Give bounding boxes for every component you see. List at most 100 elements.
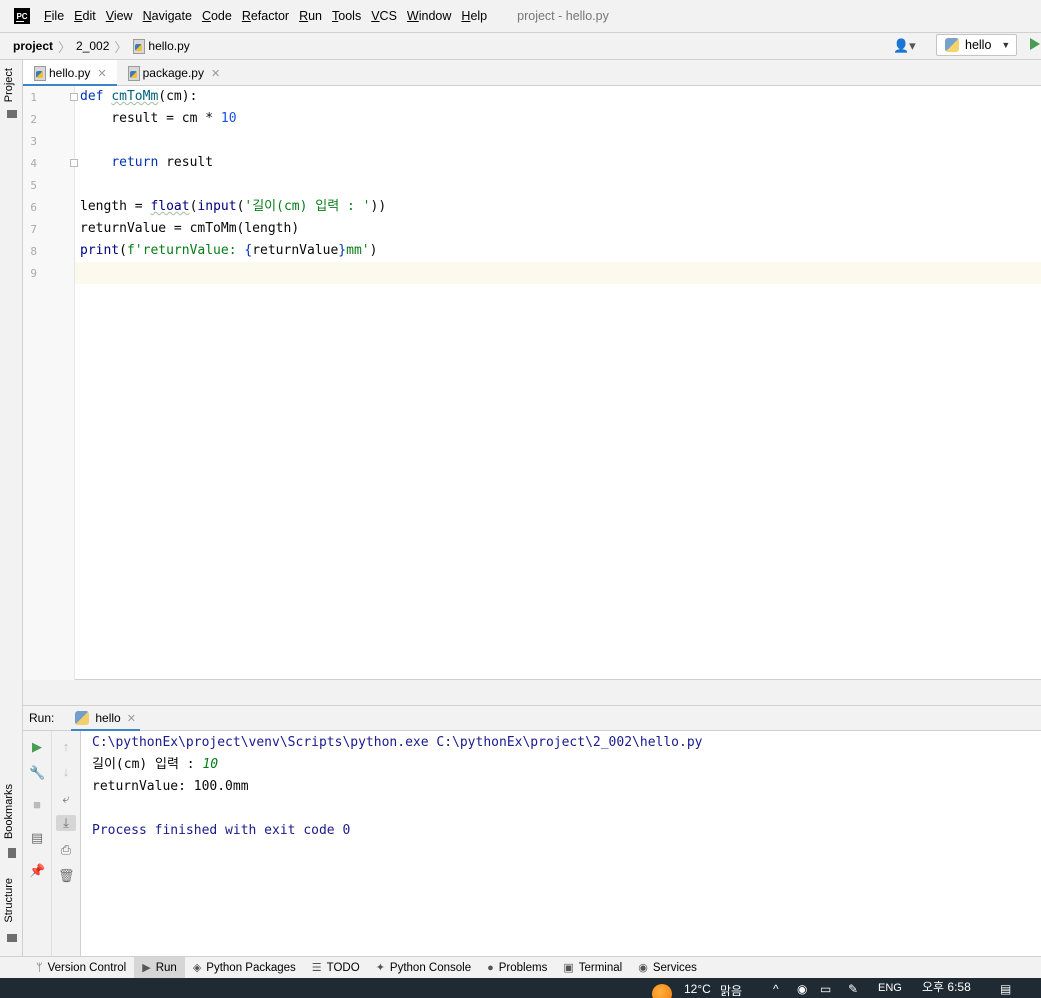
structure-icon (7, 934, 17, 942)
menu-vcs[interactable]: VCS (371, 9, 397, 23)
python-packages-tool[interactable]: ◈ Python Packages (185, 957, 304, 979)
pycharm-logo: PC (14, 8, 30, 24)
scroll-to-end-icon[interactable]: ⤓ (56, 815, 76, 831)
terminal-icon: ▣ (563, 962, 574, 974)
soft-wrap-icon[interactable]: ⤶ (58, 791, 74, 807)
python-console-tool[interactable]: ✦ Python Console (368, 957, 479, 979)
input-language[interactable]: ENG (878, 982, 902, 994)
bookmarks-tool-tab[interactable]: Bookmarks (3, 784, 15, 839)
menu-edit[interactable]: Edit (74, 9, 96, 23)
console-input-line: 길이(cm) 입력 : 10 (92, 757, 219, 772)
console-exit-line: Process finished with exit code 0 (92, 823, 351, 838)
line-number: 7 (30, 223, 37, 236)
weather-temperature[interactable]: 12°C (684, 982, 711, 996)
code-line-4: return result (111, 155, 214, 170)
line-number: 6 (30, 201, 37, 214)
line-number: 8 (30, 245, 37, 258)
services-tool[interactable]: ◉ Services (630, 957, 705, 979)
chevron-up-icon[interactable]: ^ (773, 982, 779, 996)
menu-file[interactable]: File (44, 9, 64, 23)
run-toolbar-secondary: ↑ ↓ ⤶ ⤓ ⎙ 🗑 (52, 731, 81, 956)
code-line-6: length = float(input('길이(cm) 입력 : ')) (80, 199, 387, 214)
todo-icon: ☰ (311, 962, 322, 974)
python-console-icon: ✦ (375, 962, 385, 974)
breadcrumb-folder[interactable]: 2_002 (76, 39, 109, 53)
python-icon (75, 711, 90, 725)
windows-taskbar: 12°C 맑음 ^ ◉ ▭ ✎ ENG 오후 6:58 ▤ (0, 978, 1041, 998)
code-editor[interactable]: 1 2 3 4 5 6 7 8 9 def cmToMm(cm): result… (23, 86, 1041, 680)
editor-tabs: hello.py ✕ package.py ✕ (23, 60, 1041, 87)
current-line-highlight (23, 262, 1041, 284)
console-output-line: returnValue: 100.0mm (92, 779, 249, 794)
tab-label: hello.py (49, 66, 91, 80)
arrow-down-icon[interactable]: ↓ (58, 764, 74, 780)
menu-tools[interactable]: Tools (332, 9, 361, 23)
line-number: 9 (30, 267, 37, 280)
breadcrumb-file[interactable]: hello.py (132, 39, 190, 54)
wrench-icon[interactable]: 🔧 (29, 765, 45, 781)
close-icon[interactable]: ✕ (211, 67, 220, 80)
menu-refactor[interactable]: Refactor (242, 9, 289, 23)
pycharm-window: PC File Edit View Navigate Code Refactor… (0, 0, 1041, 998)
clock-time[interactable]: 오후 6:58 (922, 978, 971, 995)
menu-bar: PC File Edit View Navigate Code Refactor… (0, 0, 1041, 32)
folder-icon (7, 110, 17, 118)
menu-navigate[interactable]: Navigate (143, 9, 192, 23)
sun-icon (652, 984, 672, 998)
weather-condition[interactable]: 맑음 (720, 982, 742, 998)
menu-help[interactable]: Help (461, 9, 487, 23)
run-configuration-label: hello (965, 38, 992, 52)
tab-label: package.py (142, 66, 204, 80)
problems-tool[interactable]: ● Problems (479, 957, 555, 979)
menu-code[interactable]: Code (202, 9, 232, 23)
line-number: 3 (30, 135, 37, 148)
arrow-up-icon[interactable]: ↑ (58, 739, 74, 755)
line-number: 1 (30, 91, 37, 104)
trash-icon[interactable]: 🗑 (58, 868, 75, 884)
rerun-icon[interactable]: ▶ (29, 739, 45, 755)
run-console[interactable]: C:\pythonEx\project\venv\Scripts\python.… (81, 731, 1041, 956)
code-line-8: print(f'returnValue: {returnValue}mm') (80, 243, 378, 258)
run-tool[interactable]: ▶ Run (134, 956, 185, 979)
packages-icon: ◈ (192, 962, 202, 974)
structure-tool-tab[interactable]: Structure (3, 878, 15, 923)
bottom-tool-bar: ᛘ Version Control ▶ Run ◈ Python Packages ☰… (0, 956, 1041, 979)
run-panel-header: Run: hello ✕ (23, 705, 1041, 732)
run-button[interactable] (1030, 38, 1040, 50)
bookmark-icon (8, 848, 16, 858)
python-file-icon (127, 66, 140, 81)
notification-icon[interactable]: ▤ (1000, 982, 1011, 996)
tab-package-py[interactable]: package.py ✕ (117, 60, 231, 86)
version-control-tool[interactable]: ᛘ Version Control (28, 957, 134, 979)
python-file-icon (33, 66, 46, 81)
pen-icon[interactable]: ✎ (848, 982, 858, 996)
user-icon[interactable]: 👤▾ (893, 38, 919, 53)
close-icon[interactable]: ✕ (97, 67, 106, 80)
menu-window[interactable]: Window (407, 9, 451, 23)
pin-icon[interactable]: 📌 (29, 863, 45, 879)
project-tool-tab[interactable]: Project (3, 68, 15, 102)
terminal-tool[interactable]: ▣ Terminal (555, 957, 630, 979)
layout-icon[interactable]: ▤ (29, 830, 45, 846)
stop-icon[interactable]: ■ (29, 797, 45, 813)
breadcrumb-project[interactable]: project (13, 39, 53, 53)
todo-tool[interactable]: ☰ TODO (304, 957, 368, 979)
record-icon[interactable]: ◉ (797, 982, 807, 996)
print-icon[interactable]: ⎙ (58, 842, 74, 858)
chevron-down-icon: ▼ (1001, 40, 1011, 50)
run-tab-hello[interactable]: hello ✕ (71, 705, 140, 732)
close-icon[interactable]: ✕ (127, 712, 136, 725)
code-line-1: def cmToMm(cm): (80, 89, 198, 104)
branch-icon: ᛘ (36, 961, 43, 974)
menu-run[interactable]: Run (299, 9, 322, 23)
tab-hello-py[interactable]: hello.py ✕ (23, 60, 117, 87)
fold-marker-icon[interactable] (70, 93, 78, 101)
run-configuration-select[interactable]: hello ▼ (936, 34, 1017, 56)
chevron-right-icon: 〉 (114, 39, 128, 55)
navigation-bar: project 〉 2_002 〉 hello.py (0, 32, 1041, 60)
fold-marker-icon[interactable] (70, 159, 78, 167)
chevron-right-icon: 〉 (58, 39, 72, 55)
run-panel-label: Run: (29, 711, 55, 725)
menu-view[interactable]: View (106, 9, 133, 23)
network-icon[interactable]: ▭ (820, 982, 831, 996)
